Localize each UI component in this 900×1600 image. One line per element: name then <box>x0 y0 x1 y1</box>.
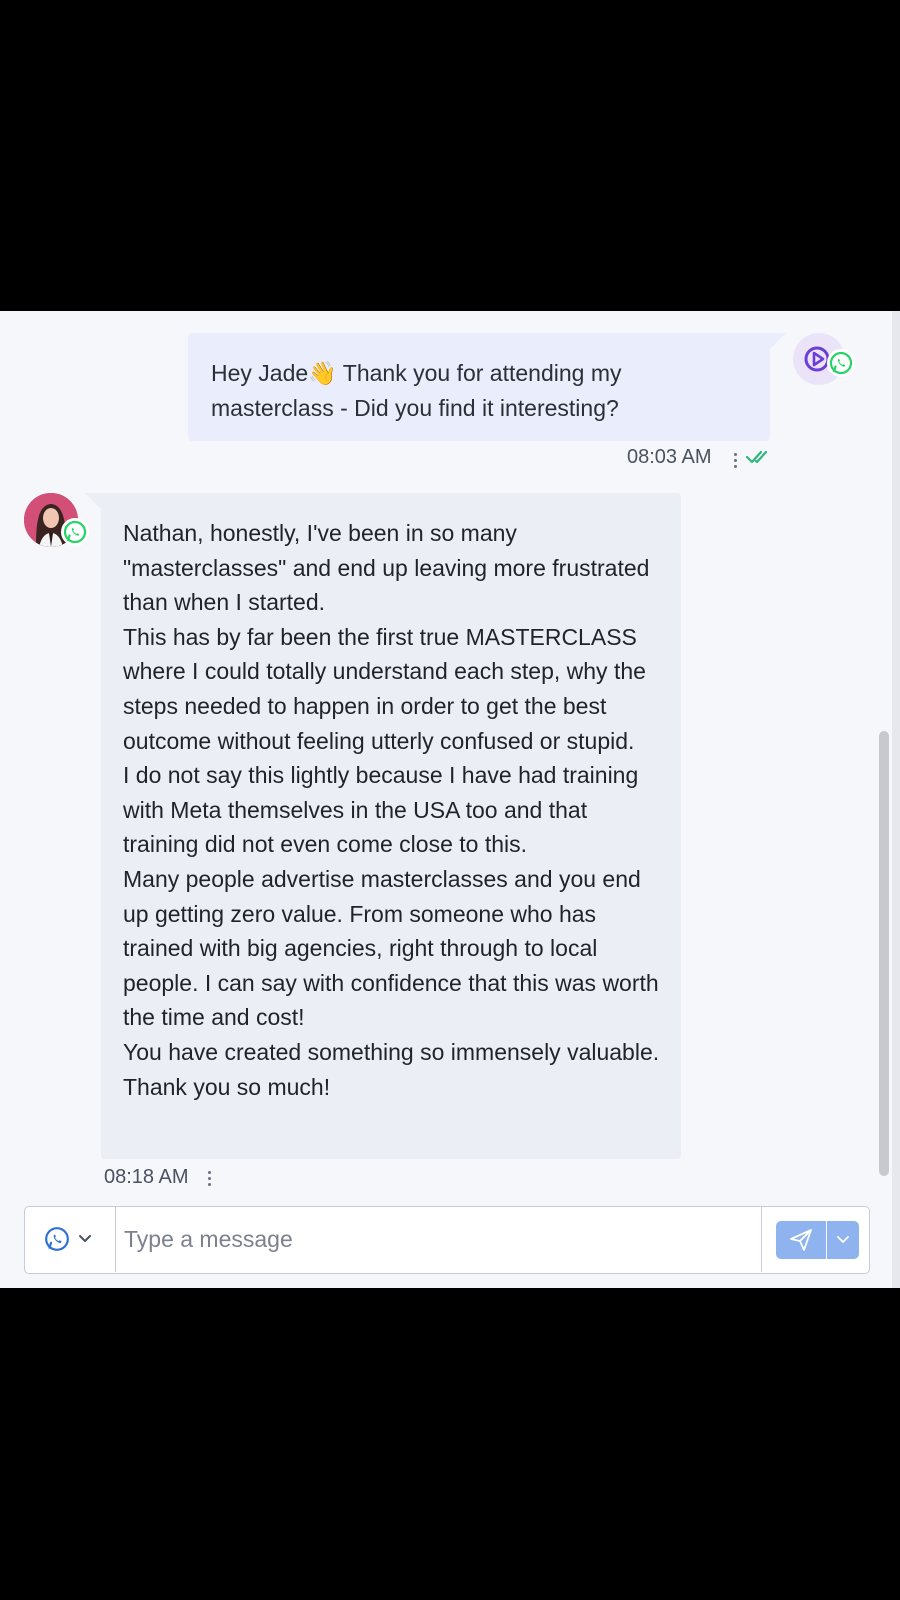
whatsapp-badge-agent <box>827 349 855 377</box>
whatsapp-icon <box>63 520 87 544</box>
send-button[interactable] <box>776 1221 826 1259</box>
incoming-message-paragraph: I do not say this lightly because I have… <box>123 762 639 858</box>
incoming-message-time: 08:18 AM <box>104 1166 189 1188</box>
incoming-message-paragraph: Many people advertise masterclasses and … <box>123 865 659 1031</box>
whatsapp-badge-contact <box>61 518 89 546</box>
outgoing-message-menu-icon[interactable] <box>732 451 738 471</box>
whatsapp-icon <box>829 351 853 375</box>
incoming-message-paragraph: Nathan, honestly, I've been in so many "… <box>123 520 650 616</box>
chevron-down-icon <box>837 1236 849 1243</box>
whatsapp-icon <box>45 1227 69 1251</box>
incoming-message-menu-icon[interactable] <box>206 1169 212 1189</box>
message-input[interactable] <box>116 1207 761 1272</box>
panel-edge <box>892 311 900 1288</box>
message-composer <box>24 1206 870 1274</box>
chat-panel: Hey Jade👋 Thank you for attending my mas… <box>0 311 900 1288</box>
read-receipt-icon <box>746 450 768 464</box>
outgoing-message-time: 08:03 AM <box>627 446 712 468</box>
outgoing-message-bubble: Hey Jade👋 Thank you for attending my mas… <box>188 333 786 441</box>
send-area <box>761 1207 870 1272</box>
send-options-button[interactable] <box>827 1221 859 1259</box>
chevron-down-icon <box>79 1235 91 1242</box>
outgoing-message-text: Hey Jade👋 Thank you for attending my mas… <box>211 360 622 421</box>
channel-selector[interactable] <box>25 1207 116 1272</box>
incoming-message-bubble: Nathan, honestly, I've been in so many "… <box>85 493 681 1159</box>
scrollbar-thumb[interactable] <box>879 731 889 1176</box>
send-icon <box>790 1229 812 1251</box>
incoming-message-paragraph: This has by far been the first true MAST… <box>123 623 646 754</box>
incoming-message-paragraph: You have created something so immensely … <box>123 1038 660 1100</box>
